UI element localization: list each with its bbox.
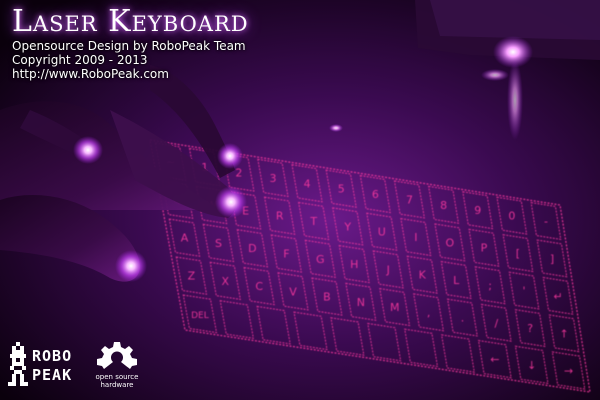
robopeak-logo-bottom: PEAK [32,366,72,384]
laser-key-label: B [323,291,331,304]
laser-key-label: 2 [235,166,242,179]
laser-key-label: 8 [440,199,447,212]
laser-key-label: 7 [406,193,413,206]
laser-key-label: [ [516,247,520,260]
laser-key-label: - [544,215,548,228]
fingertip-glow-index [215,186,247,218]
laser-key-label: A [181,232,189,245]
laser-key-label: 4 [304,177,311,190]
fingertip-glow-thumb [115,250,147,282]
credit-line: Opensource Design by RoboPeak Team [12,39,246,53]
laser-key-label: ? [527,322,533,335]
laser-key-label: ↓ [527,359,536,372]
laser-key-label: P [481,242,488,255]
open-source-hardware-logo: open source hardware [88,340,146,392]
laser-key-label: S [215,237,222,250]
laser-key-label: D [248,242,256,255]
laser-dot [329,124,343,132]
copyright-line: Copyright 2009 - 2013 [12,53,148,67]
laser-key-label: ; [488,279,492,292]
page-title: Laser Keyboard [12,4,249,39]
laser-key-label: G [316,253,325,266]
laser-key-label: K [419,269,427,282]
robopeak-logo-top: ROBO [32,347,72,365]
laser-key-label: Z [188,270,196,283]
laser-key-label: ] [550,252,554,265]
laser-key-label: ↵ [553,290,562,303]
laser-key-label: ↑ [559,327,568,340]
robopeak-logo: ROBO PEAK [8,342,72,386]
laser-key-label: H [350,258,358,271]
laser-key-label: X [222,275,230,288]
robopeak-mascot-icon [8,342,28,386]
laser-key-label: ← [490,353,499,366]
laser-key-label: C [255,280,263,293]
laser-key-label: 0 [508,210,515,223]
fingertip-glow-ring [73,136,103,164]
laser-key-label: / [494,317,498,330]
laser-key-label: 5 [338,183,345,196]
laser-key-label: , [427,306,431,319]
osh-line1: open source [95,373,139,381]
laser-key-label: F [283,248,289,261]
laser-key-label: U [378,226,386,239]
website-link[interactable]: http://www.RoboPeak.com [12,67,169,81]
laser-key-label: ' [523,285,526,298]
laser-key-label: 6 [372,188,379,201]
laser-key-label: J [386,263,390,276]
laser-key-label: I [414,231,417,244]
gear-icon [97,342,137,369]
laser-key-label: O [446,236,455,249]
laser-key-label: DEL [191,311,209,321]
laser-key-label: Y [343,220,351,233]
laser-key-label: T [309,215,317,228]
laser-key-label: . [461,312,465,325]
laser-key-label: N [357,296,365,309]
projector-reflection [507,60,523,140]
laser-key-label: M [390,301,400,314]
fingertip-glow-middle [217,143,243,169]
laser-key-label: 3 [269,172,276,185]
osh-line2: hardware [100,381,134,389]
laser-key-label: V [289,285,297,298]
laser-key-label: 9 [474,204,481,217]
laser-key-label: L [453,274,460,287]
laser-key-label: → [564,364,573,377]
laser-key-label: R [276,210,284,223]
